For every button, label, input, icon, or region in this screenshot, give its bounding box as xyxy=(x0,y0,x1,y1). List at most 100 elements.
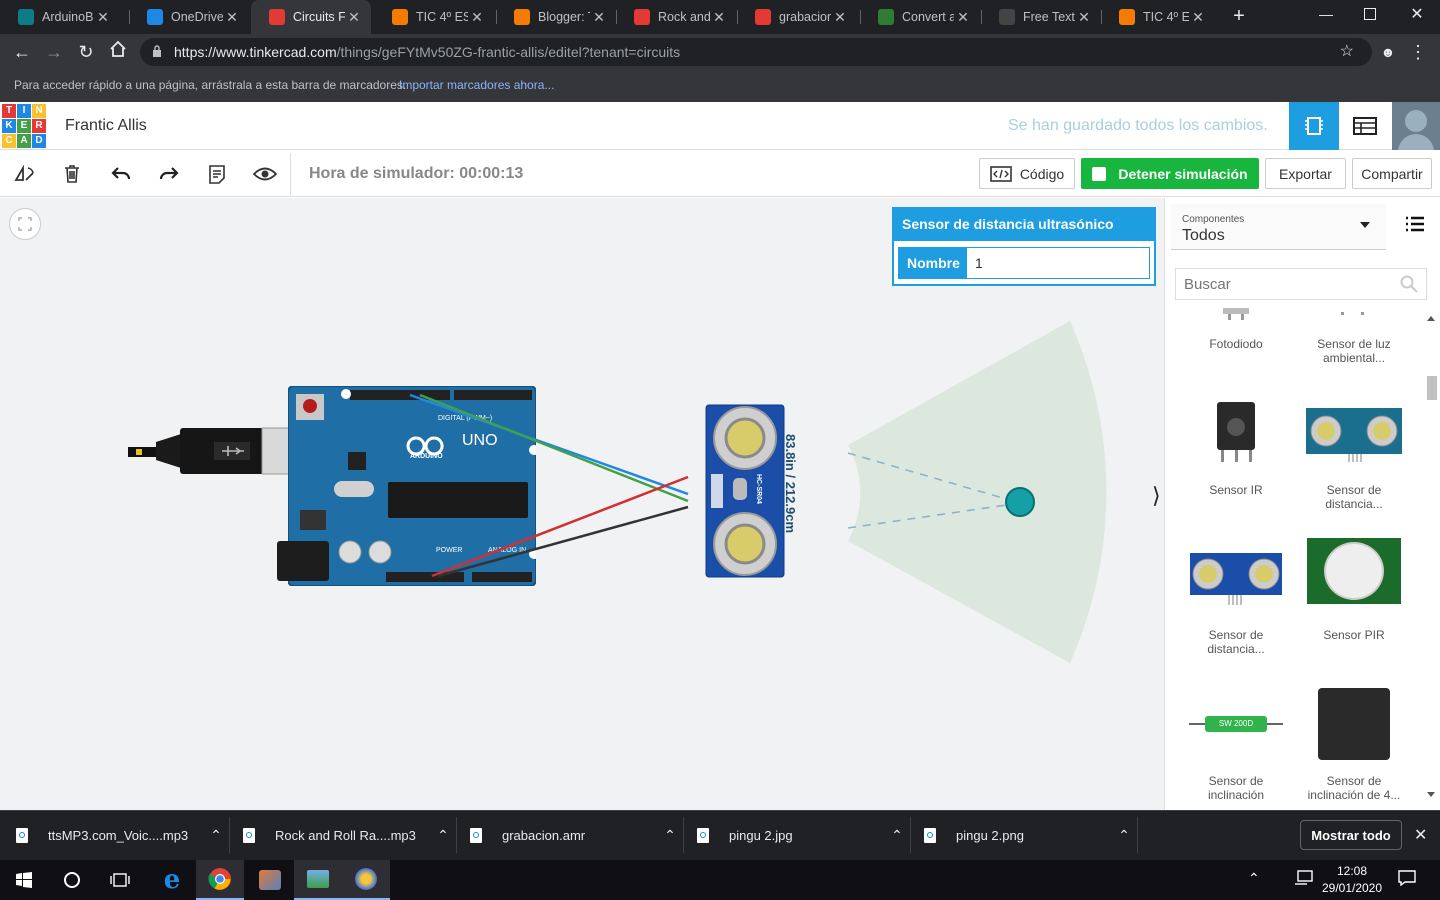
close-tab-icon[interactable]: ✕ xyxy=(954,9,972,26)
chevron-up-icon[interactable]: ⌃ xyxy=(660,827,680,844)
close-tab-icon[interactable]: ✕ xyxy=(590,9,608,26)
browser-tab[interactable]: Circuits Fra✕ xyxy=(251,0,371,34)
close-tab-icon[interactable]: ✕ xyxy=(468,9,486,26)
collapse-panel-button[interactable]: ⟩ xyxy=(1152,483,1164,523)
chrome-icon xyxy=(208,868,231,890)
home-button[interactable] xyxy=(106,40,130,64)
wire-trig[interactable] xyxy=(409,393,689,496)
clock[interactable]: 12:08 29/01/2020 xyxy=(1318,862,1386,898)
stop-simulation-button[interactable]: Detener simulación xyxy=(1081,158,1259,189)
download-item[interactable]: Rock and Roll Ra....mp3 ⌃ xyxy=(243,810,453,860)
ultrasonic-sensor[interactable]: HC-SR04 xyxy=(705,404,785,578)
photo-app[interactable] xyxy=(294,860,342,900)
delete-button[interactable] xyxy=(55,158,89,190)
chrome-app[interactable] xyxy=(196,860,244,900)
rotate-button[interactable] xyxy=(7,158,41,190)
browser-tab[interactable]: TIC 4º ESO✕ xyxy=(1101,0,1215,34)
chevron-up-icon[interactable]: ⌃ xyxy=(433,827,453,844)
browser-tab[interactable]: Convert au✕ xyxy=(860,0,980,34)
close-tab-icon[interactable]: ✕ xyxy=(345,9,363,26)
chevron-up-icon[interactable]: ⌃ xyxy=(206,827,226,844)
components-dropdown[interactable]: Componentes Todos xyxy=(1171,204,1386,250)
download-item[interactable]: pingu 2.png ⌃ xyxy=(924,810,1134,860)
undo-button[interactable] xyxy=(104,158,138,190)
browser-tab[interactable]: grabacion ✕ xyxy=(737,0,857,34)
minimize-button[interactable]: — xyxy=(1318,6,1334,22)
redo-button[interactable] xyxy=(152,158,186,190)
reload-button[interactable]: ↻ xyxy=(74,40,98,64)
logo-letter: C xyxy=(2,134,16,148)
panel-scrollbar[interactable] xyxy=(1425,310,1439,802)
task-view-button[interactable] xyxy=(96,860,144,900)
close-tab-icon[interactable]: ✕ xyxy=(831,9,849,26)
visibility-button[interactable] xyxy=(248,158,282,190)
import-bookmarks-link[interactable]: Importar marcadores ahora... xyxy=(399,78,554,92)
component-4way-tilt-sensor[interactable] xyxy=(1318,688,1390,760)
download-item[interactable]: pingu 2.jpg ⌃ xyxy=(697,810,907,860)
edge-app[interactable]: e xyxy=(148,860,196,900)
circuit-canvas[interactable]: DIGITAL (PWM~) UNO ARDUINO POWER ANALOG … xyxy=(0,198,1164,810)
browser-tab[interactable]: Free Text-1✕ xyxy=(981,0,1101,34)
scroll-up-icon[interactable] xyxy=(1427,316,1435,321)
chevron-up-icon[interactable]: ⌃ xyxy=(887,827,907,844)
scroll-thumb[interactable] xyxy=(1427,376,1437,400)
close-tab-icon[interactable]: ✕ xyxy=(1189,9,1207,26)
search-taskbar-button[interactable] xyxy=(48,860,96,900)
name-field[interactable]: Nombre 1 xyxy=(898,247,1150,279)
scroll-down-icon[interactable] xyxy=(1427,792,1435,797)
browser-tab[interactable]: Blogger: Ti✕ xyxy=(496,0,616,34)
audacity-app[interactable] xyxy=(342,860,390,900)
browser-tab[interactable]: Rock and F✕ xyxy=(616,0,736,34)
paint-app[interactable] xyxy=(246,860,294,900)
download-item[interactable]: ttsMP3.com_Voic....mp3 ⌃ xyxy=(16,810,226,860)
wire-echo[interactable] xyxy=(419,393,689,503)
new-tab-button[interactable]: + xyxy=(1228,6,1250,28)
close-tab-icon[interactable]: ✕ xyxy=(1075,9,1093,26)
close-window-button[interactable]: ✕ xyxy=(1408,4,1426,24)
start-button[interactable] xyxy=(0,860,48,900)
address-bar[interactable]: https://www.tinkercad.com/things/geFYtMv… xyxy=(140,38,1372,66)
close-downloads-button[interactable]: ✕ xyxy=(1414,825,1430,844)
forward-button[interactable]: → xyxy=(42,40,66,64)
browser-tab[interactable]: TIC 4º ESO✕ xyxy=(374,0,494,34)
component-tilt-sensor[interactable]: SW 200D xyxy=(1189,716,1283,732)
search-field[interactable] xyxy=(1175,268,1427,300)
search-input[interactable] xyxy=(1176,269,1396,299)
project-name[interactable]: Frantic Allis xyxy=(65,117,147,135)
tab-label: TIC 4º ESO xyxy=(416,10,468,24)
back-button[interactable]: ← xyxy=(10,40,34,64)
network-icon[interactable] xyxy=(1294,870,1316,888)
close-tab-icon[interactable]: ✕ xyxy=(223,9,241,26)
component-distance-sensor-4pin[interactable] xyxy=(1305,408,1403,464)
component-ambient-light[interactable] xyxy=(1299,308,1409,328)
wire-vcc[interactable] xyxy=(431,475,689,578)
restore-button[interactable] xyxy=(1364,8,1376,20)
chevron-up-icon[interactable]: ⌃ xyxy=(1114,827,1134,844)
component-ir-sensor[interactable] xyxy=(1205,398,1267,468)
notes-button[interactable] xyxy=(200,158,234,190)
user-avatar[interactable] xyxy=(1392,102,1440,150)
circuit-view-button[interactable] xyxy=(1289,102,1339,150)
download-item[interactable]: grabacion.amr ⌃ xyxy=(470,810,680,860)
close-tab-icon[interactable]: ✕ xyxy=(710,9,728,26)
wire-gnd[interactable] xyxy=(437,505,689,578)
browser-tab[interactable]: ArduinoBl ✕ xyxy=(0,0,120,34)
notifications-button[interactable] xyxy=(1398,870,1420,890)
browser-tab[interactable]: OneDrive ✕ xyxy=(129,0,249,34)
show-hidden-icons-button[interactable]: ⌃ xyxy=(1248,870,1266,888)
incognito-extension-icon[interactable]: ☻ xyxy=(1376,40,1400,64)
list-view-toggle[interactable] xyxy=(1405,216,1427,236)
browser-menu-button[interactable]: ⋮ xyxy=(1406,40,1430,64)
export-button[interactable]: Exportar xyxy=(1265,158,1346,189)
tinkercad-logo[interactable]: TIN KER CAD xyxy=(2,104,46,148)
bookmark-star-icon[interactable]: ☆ xyxy=(1340,41,1354,61)
component-distance-sensor-hcsr04[interactable] xyxy=(1189,553,1283,609)
name-value[interactable]: 1 xyxy=(967,248,991,278)
share-button[interactable]: Compartir xyxy=(1352,158,1432,189)
schematic-view-button[interactable] xyxy=(1340,102,1390,150)
component-pir-sensor[interactable] xyxy=(1307,538,1401,604)
show-all-downloads-button[interactable]: Mostrar todo xyxy=(1300,820,1402,850)
code-button[interactable]: Código xyxy=(979,158,1075,189)
close-tab-icon[interactable]: ✕ xyxy=(94,9,112,26)
clock-date: 29/01/2020 xyxy=(1321,881,1383,895)
